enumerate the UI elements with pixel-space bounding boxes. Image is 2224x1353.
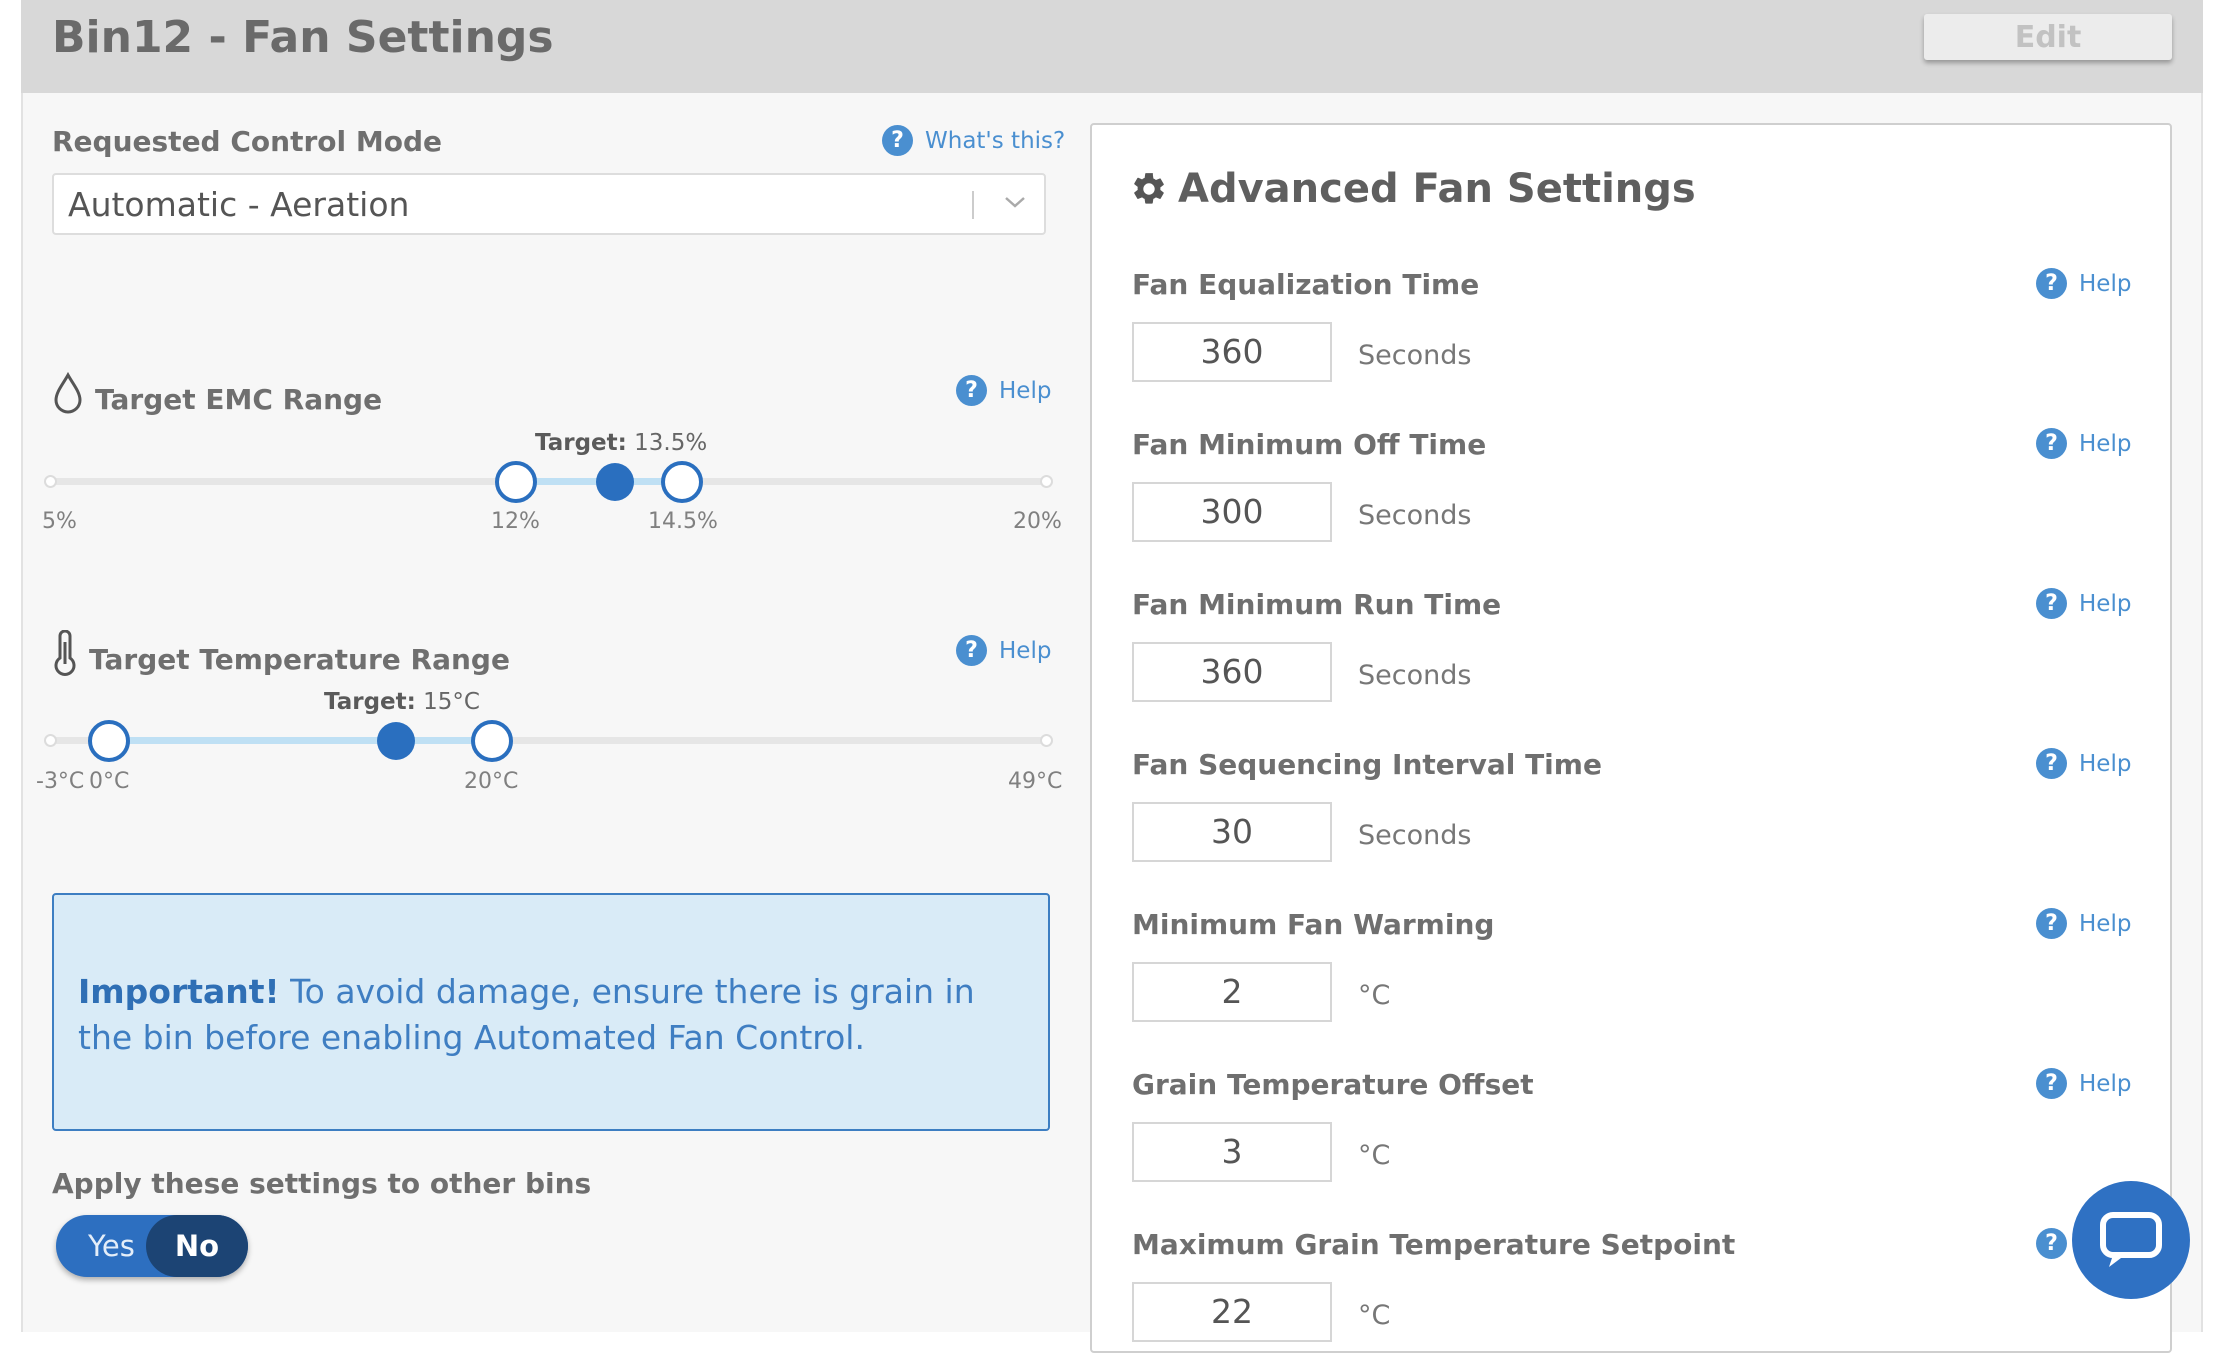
setting-label: Maximum Grain Temperature Setpoint: [1132, 1228, 1736, 1261]
question-icon: ?: [882, 125, 913, 156]
advanced-settings-title: Advanced Fan Settings: [1178, 166, 1696, 212]
temp-low-label: 0°C: [89, 769, 130, 794]
control-mode-select[interactable]: Automatic - Aeration: [52, 173, 1046, 235]
temp-max-label: 49°C: [1008, 769, 1063, 794]
setting-label: Grain Temperature Offset: [1132, 1068, 1534, 1101]
emc-target-handle[interactable]: [596, 463, 635, 501]
question-icon: ?: [2036, 268, 2067, 299]
emc-low-label: 12%: [491, 509, 540, 534]
question-icon: ?: [2036, 908, 2067, 939]
notice-strong: Important!: [78, 972, 280, 1011]
setting-input[interactable]: 22: [1132, 1282, 1332, 1342]
setting-help-link[interactable]: ? Help: [2036, 588, 2131, 619]
gear-icon: [1134, 173, 1164, 204]
temp-target-handle[interactable]: [377, 722, 416, 760]
question-icon: ?: [2036, 1068, 2067, 1099]
help-text: Help: [2079, 590, 2132, 617]
target-caption: Target:: [535, 430, 627, 456]
help-text: Help: [2079, 1070, 2132, 1097]
temp-high-label: 20°C: [464, 769, 519, 794]
temp-min-endpoint: [44, 734, 57, 747]
chevron-down-icon[interactable]: [1000, 187, 1030, 217]
question-icon: ?: [956, 635, 987, 666]
notice-text: Important! To avoid damage, ensure there…: [78, 969, 1028, 1061]
emc-target-value: 13.5%: [634, 430, 708, 456]
setting-unit: Seconds: [1358, 340, 1472, 371]
setting-help-link[interactable]: ? Help: [2036, 748, 2131, 779]
question-icon: ?: [2036, 588, 2067, 619]
temp-max-endpoint: [1040, 734, 1053, 747]
toggle-no[interactable]: No: [146, 1215, 248, 1277]
help-text: Help: [999, 377, 1052, 404]
whats-this-link[interactable]: ? What's this?: [882, 125, 1065, 156]
emc-max-endpoint: [1040, 475, 1053, 488]
setting-help-link[interactable]: ? Help: [2036, 1068, 2131, 1099]
emc-low-handle[interactable]: [494, 461, 537, 503]
setting-unit: °C: [1358, 980, 1391, 1011]
setting-label: Fan Equalization Time: [1132, 268, 1480, 301]
advanced-settings-heading: Advanced Fan Settings: [1130, 166, 1696, 212]
emc-target-label: Target: 13.5%: [535, 430, 707, 456]
help-text: Help: [2079, 430, 2132, 457]
temp-target-value: 15°C: [423, 689, 480, 715]
emc-max-label: 20%: [1013, 509, 1062, 534]
setting-input[interactable]: 3: [1132, 1122, 1332, 1182]
setting-unit: °C: [1358, 1300, 1391, 1331]
question-icon: ?: [956, 375, 987, 406]
setting-label: Fan Minimum Off Time: [1132, 428, 1487, 461]
setting-input[interactable]: 30: [1132, 802, 1332, 862]
setting-help-link[interactable]: ? Help: [2036, 908, 2131, 939]
chat-bubble-icon: [2100, 1212, 2162, 1267]
setting-label: Minimum Fan Warming: [1132, 908, 1495, 941]
setting-input[interactable]: 360: [1132, 642, 1332, 702]
setting-unit: Seconds: [1358, 660, 1472, 691]
setting-help-link[interactable]: ? Help: [2036, 428, 2131, 459]
control-mode-label: Requested Control Mode: [52, 125, 442, 158]
emc-high-handle[interactable]: [660, 461, 703, 503]
setting-input[interactable]: 360: [1132, 322, 1332, 382]
help-text: Help: [999, 637, 1052, 664]
help-text: Help: [2079, 750, 2132, 777]
emc-high-label: 14.5%: [648, 509, 718, 534]
temp-min-label: -3°C: [36, 769, 85, 794]
toggle-yes[interactable]: Yes: [88, 1229, 135, 1263]
help-text: Help: [2079, 270, 2132, 297]
thermometer-icon: [54, 630, 76, 676]
setting-label: Fan Sequencing Interval Time: [1132, 748, 1602, 781]
chat-button[interactable]: [2072, 1181, 2190, 1299]
important-notice: Important! To avoid damage, ensure there…: [52, 893, 1050, 1131]
setting-input[interactable]: 300: [1132, 482, 1332, 542]
apply-settings-label: Apply these settings to other bins: [52, 1167, 592, 1200]
temp-target-label: Target: 15°C: [324, 689, 480, 715]
help-text: Help: [2079, 910, 2132, 937]
select-separator: [972, 191, 974, 219]
emc-min-label: 5%: [42, 509, 77, 534]
apply-toggle[interactable]: Yes No: [56, 1215, 248, 1277]
emc-range-label: Target EMC Range: [95, 383, 383, 416]
setting-help-link[interactable]: ? Help: [2036, 268, 2131, 299]
emc-help-link[interactable]: ? Help: [956, 375, 1051, 406]
page-title: Bin12 - Fan Settings: [52, 12, 554, 63]
setting-unit: Seconds: [1358, 820, 1472, 851]
setting-unit: Seconds: [1358, 500, 1472, 531]
droplet-icon: [54, 372, 82, 414]
temp-high-handle[interactable]: [470, 720, 513, 762]
question-icon: ?: [2036, 748, 2067, 779]
question-icon: ?: [2036, 1228, 2067, 1259]
target-caption: Target:: [324, 689, 416, 715]
emc-min-endpoint: [44, 475, 57, 488]
setting-input[interactable]: 2: [1132, 962, 1332, 1022]
whats-this-text: What's this?: [925, 127, 1066, 154]
temp-help-link[interactable]: ? Help: [956, 635, 1051, 666]
edit-button[interactable]: Edit: [1924, 14, 2172, 60]
setting-label: Fan Minimum Run Time: [1132, 588, 1502, 621]
temp-range-label: Target Temperature Range: [89, 643, 510, 676]
question-icon: ?: [2036, 428, 2067, 459]
temp-slider-range-fill: [109, 737, 492, 744]
control-mode-value: Automatic - Aeration: [68, 185, 410, 224]
setting-unit: °C: [1358, 1140, 1391, 1171]
